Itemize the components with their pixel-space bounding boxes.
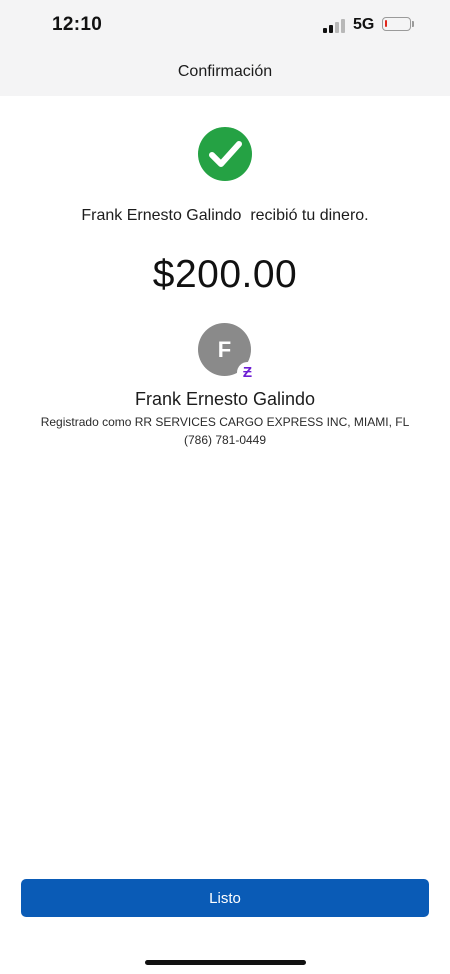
page-title: Confirmación bbox=[177, 63, 273, 80]
status-bar: 12:10 5G bbox=[0, 0, 450, 52]
battery-icon bbox=[382, 17, 411, 31]
recipient-name: Frank Ernesto Galindo bbox=[134, 389, 316, 409]
signal-bar bbox=[323, 28, 327, 33]
signal-bar bbox=[335, 22, 339, 33]
battery-cap bbox=[412, 21, 414, 27]
battery-level bbox=[385, 20, 387, 27]
zelle-icon: Ƶ bbox=[237, 362, 258, 383]
recipient-phone: (786) 781-0449 bbox=[183, 433, 267, 447]
status-time: 12:10 bbox=[52, 14, 103, 35]
confirmation-message: Frank Ernesto Galindo recibió tu dinero. bbox=[81, 207, 369, 224]
signal-bar bbox=[329, 25, 333, 33]
registered-as: Registrado como RR SERVICES CARGO EXPRES… bbox=[40, 415, 410, 429]
amount: $200.00 bbox=[152, 253, 298, 296]
check-circle-icon bbox=[198, 127, 252, 181]
home-indicator[interactable] bbox=[145, 960, 306, 965]
done-button[interactable]: Listo bbox=[21, 879, 429, 917]
signal-icon bbox=[323, 19, 347, 33]
signal-bar bbox=[341, 19, 345, 33]
network-label: 5G bbox=[353, 16, 375, 33]
